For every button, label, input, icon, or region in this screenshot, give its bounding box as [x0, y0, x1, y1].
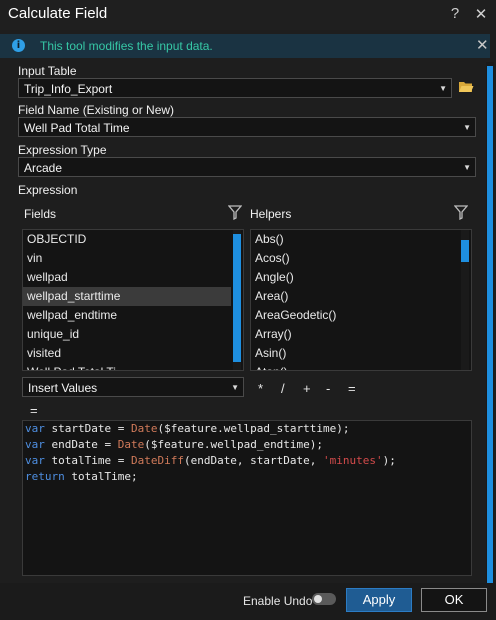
- enable-undo-toggle[interactable]: [312, 593, 336, 605]
- helper-item-abs[interactable]: Abs(): [251, 230, 471, 249]
- operator-multiply-button[interactable]: *: [258, 381, 263, 396]
- window-close-button[interactable]: ✕: [472, 5, 490, 23]
- expression-label: Expression: [18, 183, 78, 197]
- operator-minus-button[interactable]: -: [326, 381, 330, 396]
- fields-filter-button[interactable]: [228, 205, 242, 220]
- filter-icon: [228, 205, 242, 220]
- expression-type-label: Expression Type: [18, 143, 107, 157]
- main-scrollbar[interactable]: [486, 62, 494, 590]
- field-item-wellpad-endtime[interactable]: wellpad_endtime: [23, 306, 243, 325]
- apply-button[interactable]: Apply: [346, 588, 412, 612]
- browse-folder-button[interactable]: [458, 80, 474, 97]
- field-item-objectid[interactable]: OBJECTID: [23, 230, 243, 249]
- fields-scrollbar-thumb[interactable]: [233, 234, 241, 362]
- toggle-knob: [314, 595, 322, 603]
- folder-icon: [459, 82, 474, 92]
- input-table-select[interactable]: Trip_Info_Export ▼: [18, 78, 452, 98]
- window-title: Calculate Field: [8, 5, 108, 22]
- helper-item-angle[interactable]: Angle(): [251, 268, 471, 287]
- code-line-4: return totalTime;: [25, 470, 138, 483]
- helper-item-asin[interactable]: Asin(): [251, 344, 471, 363]
- expression-code-editor[interactable]: var startDate = Date($feature.wellpad_st…: [22, 420, 472, 576]
- helpers-list[interactable]: Abs() Acos() Angle() Area() AreaGeodetic…: [250, 229, 472, 371]
- helper-item-atan[interactable]: Atan(): [251, 363, 471, 370]
- helpers-filter-button[interactable]: [454, 205, 468, 220]
- info-icon: i: [12, 39, 25, 52]
- field-item-well-pad-total-time[interactable]: Well Pad Total Ti: [23, 363, 243, 370]
- field-item-wellpad-starttime[interactable]: wellpad_starttime: [23, 287, 231, 306]
- input-table-value: Trip_Info_Export: [24, 82, 113, 96]
- field-name-value: Well Pad Total Time: [24, 121, 130, 135]
- code-line-3: var totalTime = DateDiff(endDate, startD…: [25, 454, 396, 467]
- helpers-scrollbar[interactable]: [461, 230, 469, 370]
- notice-text: This tool modifies the input data.: [40, 39, 213, 53]
- field-name-select[interactable]: Well Pad Total Time ▼: [18, 117, 476, 137]
- field-name-label: Field Name (Existing or New): [18, 103, 175, 117]
- notice-close-button[interactable]: ✕: [476, 36, 489, 54]
- ok-button[interactable]: OK: [421, 588, 487, 612]
- helpers-scrollbar-thumb[interactable]: [461, 240, 469, 262]
- enable-undo-label: Enable Undo: [243, 594, 313, 608]
- chevron-down-icon: ▼: [463, 163, 471, 172]
- field-item-visited[interactable]: visited: [23, 344, 243, 363]
- helper-item-acos[interactable]: Acos(): [251, 249, 471, 268]
- insert-values-select[interactable]: Insert Values ▼: [22, 377, 244, 397]
- operator-plus-button[interactable]: +: [303, 381, 311, 396]
- expression-equals-label: =: [30, 403, 38, 418]
- chevron-down-icon: ▼: [463, 123, 471, 132]
- code-line-1: var startDate = Date($feature.wellpad_st…: [25, 422, 350, 435]
- helper-item-areageodetic[interactable]: AreaGeodetic(): [251, 306, 471, 325]
- fields-scrollbar[interactable]: [233, 230, 241, 370]
- helpers-label: Helpers: [250, 207, 292, 221]
- fields-label: Fields: [24, 207, 57, 221]
- operator-equals-button[interactable]: =: [348, 381, 356, 396]
- insert-values-value: Insert Values: [28, 381, 98, 395]
- code-line-2: var endDate = Date($feature.wellpad_endt…: [25, 438, 324, 451]
- helper-item-area[interactable]: Area(): [251, 287, 471, 306]
- operator-divide-button[interactable]: /: [281, 381, 285, 396]
- input-table-label: Input Table: [18, 64, 77, 78]
- helper-item-array[interactable]: Array(): [251, 325, 471, 344]
- fields-list[interactable]: OBJECTID vin wellpad wellpad_starttime w…: [22, 229, 244, 371]
- filter-icon: [454, 205, 468, 220]
- chevron-down-icon: ▼: [231, 383, 239, 392]
- help-button[interactable]: ?: [446, 5, 464, 22]
- expression-type-value: Arcade: [24, 161, 63, 175]
- main-scrollbar-thumb[interactable]: [487, 66, 493, 586]
- chevron-down-icon: ▼: [439, 84, 447, 93]
- field-item-wellpad[interactable]: wellpad: [23, 268, 243, 287]
- field-item-unique-id[interactable]: unique_id: [23, 325, 243, 344]
- expression-type-select[interactable]: Arcade ▼: [18, 157, 476, 177]
- field-item-vin[interactable]: vin: [23, 249, 243, 268]
